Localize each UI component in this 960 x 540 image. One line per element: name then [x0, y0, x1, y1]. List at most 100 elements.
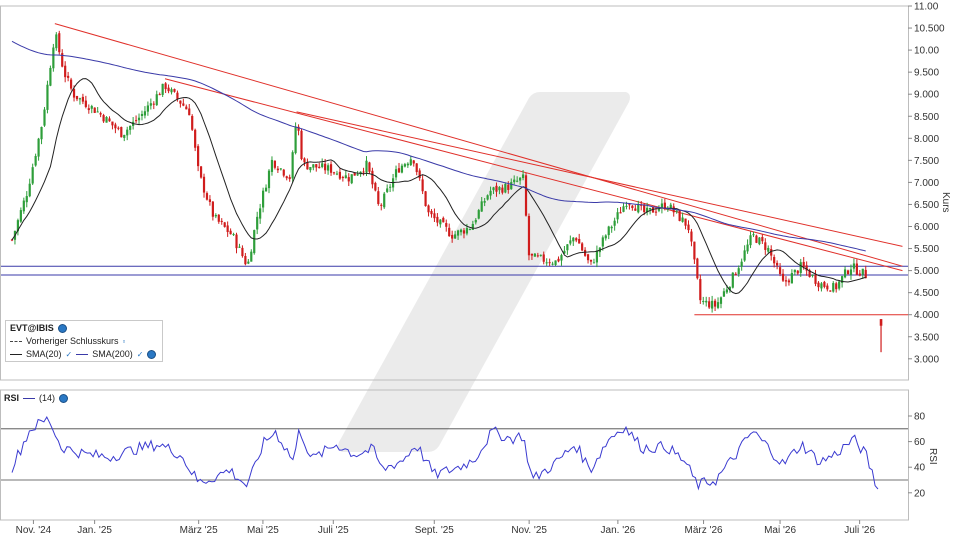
candle-body: [578, 238, 581, 244]
candle-body: [557, 258, 560, 262]
candle-body: [217, 214, 220, 222]
rsi-legend-title: RSI: [4, 393, 20, 403]
candle-body: [784, 280, 788, 282]
legend-prev-close: Vorheriger Schlusskurs: [26, 336, 119, 346]
candle-body: [182, 103, 185, 106]
candle-body: [790, 273, 793, 284]
candle-body: [232, 234, 235, 236]
candle-body: [474, 219, 477, 223]
candle-body: [253, 230, 256, 254]
globe-icon[interactable]: [147, 350, 157, 359]
price-tick-label: 3.000: [914, 354, 939, 365]
candle-body: [734, 273, 737, 276]
candle-body: [140, 113, 144, 116]
candle-body: [622, 206, 625, 212]
candle-body: [400, 165, 404, 173]
candle-body: [75, 95, 79, 100]
candle-body: [536, 255, 539, 257]
candle-body: [702, 301, 705, 303]
price-tick-label: 7.500: [914, 156, 939, 167]
price-axis-label: Kurs: [940, 192, 951, 213]
candle-body: [483, 201, 486, 203]
price-tick-label: 5.000: [914, 266, 939, 277]
candle-body: [93, 107, 96, 113]
candle-body: [781, 273, 785, 281]
sma200-swatch-icon: [76, 354, 89, 355]
rsi-legend-period: (14): [39, 393, 56, 403]
candle-body: [713, 300, 717, 307]
candle-body: [802, 261, 805, 267]
rsi-tick-label: 80: [914, 412, 926, 423]
candle-body: [524, 175, 528, 216]
candle-body: [202, 176, 206, 193]
candle-body: [601, 237, 604, 247]
candle-body: [64, 65, 67, 78]
checkmark-icon[interactable]: ✓: [66, 348, 73, 361]
candle-body: [306, 162, 309, 170]
candle-body: [114, 124, 117, 129]
candle-body: [545, 262, 548, 264]
candle-body: [648, 207, 652, 210]
dashed-line-swatch-icon: [10, 341, 22, 342]
candle-body: [380, 204, 383, 206]
candle-body: [595, 250, 599, 263]
candle-body: [817, 282, 820, 288]
candle-body: [102, 115, 105, 122]
candle-body: [259, 208, 262, 219]
candle-body: [699, 279, 702, 301]
candle-body: [879, 319, 883, 326]
candle-body: [279, 168, 282, 170]
candle-body: [368, 162, 371, 172]
candle-body: [849, 269, 853, 275]
x-tick-label: Jan. '25: [77, 525, 112, 536]
candle-body: [96, 111, 99, 113]
candle-body: [173, 88, 176, 92]
moving-averages: [11, 40, 866, 295]
candle-body: [262, 190, 265, 208]
candle-body: [743, 250, 746, 261]
candle-body: [264, 187, 268, 192]
candle-body: [776, 262, 779, 266]
candle-body: [607, 226, 610, 236]
candle-body: [693, 241, 696, 260]
candle-body: [22, 200, 25, 212]
candle-body: [318, 166, 321, 169]
candle-body: [705, 300, 708, 303]
globe-icon[interactable]: [57, 324, 67, 333]
candle-body: [49, 67, 52, 86]
candle-body: [725, 289, 728, 293]
candle-body: [820, 283, 823, 289]
candle-body: [374, 182, 377, 191]
candle-body: [241, 247, 244, 257]
candle-body: [504, 183, 507, 193]
candle-body: [519, 177, 522, 181]
rsi-legend: RSI (14): [4, 392, 69, 404]
candle-body: [273, 160, 277, 168]
candle-body: [826, 285, 829, 290]
candle-body: [445, 223, 448, 227]
price-tick-label: 10.500: [914, 24, 945, 35]
legend-sma200: SMA(200): [92, 349, 133, 359]
candle-body: [758, 237, 761, 245]
candle-body: [835, 283, 838, 290]
candle-body: [861, 268, 864, 275]
globe-icon[interactable]: [59, 393, 69, 403]
candle-body: [554, 260, 557, 265]
sma20-swatch-icon: [10, 354, 22, 355]
checkbox-icon[interactable]: ▫: [123, 335, 126, 348]
candle-body: [300, 130, 303, 160]
price-tick-label: 10.00: [914, 46, 939, 57]
candle-body: [716, 302, 720, 308]
candle-body: [267, 170, 271, 189]
candle-body: [471, 223, 474, 230]
candle-body: [123, 134, 126, 138]
checkmark-icon[interactable]: ✓: [137, 348, 144, 361]
candle-body: [442, 217, 445, 223]
rsi-tick-label: 60: [914, 437, 926, 448]
candle-body: [572, 237, 575, 242]
candle-body: [527, 215, 531, 256]
candle-body: [459, 229, 463, 233]
candle-body: [752, 234, 755, 236]
candle-body: [628, 204, 631, 206]
candle-body: [465, 227, 469, 234]
